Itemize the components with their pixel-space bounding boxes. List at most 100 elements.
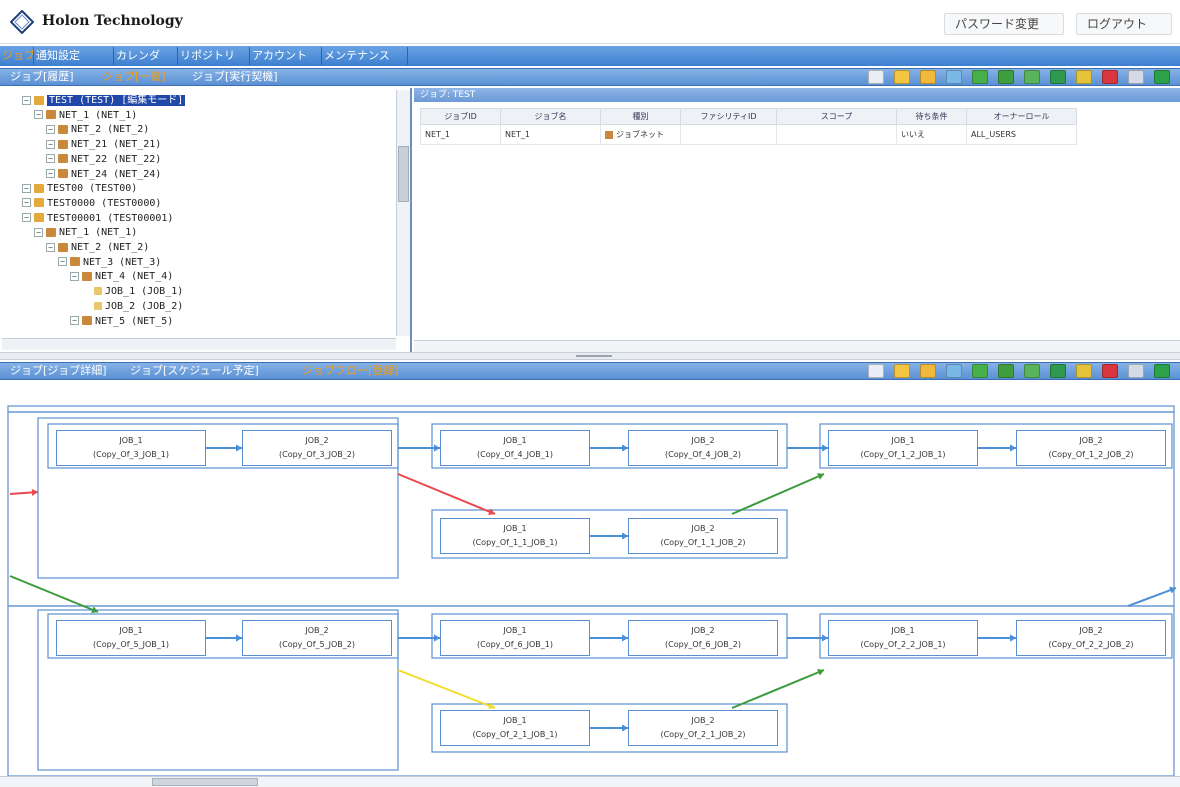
tree-expander-icon[interactable]: − — [34, 227, 43, 237]
tree-scroll-thumb[interactable] — [398, 146, 409, 202]
tree-expander-icon[interactable]: − — [22, 213, 31, 223]
tree-item[interactable]: − TEST00 (TEST00) — [22, 182, 137, 196]
tab-job-flow[interactable]: ジョブフロー[登録] — [300, 363, 401, 379]
job-node[interactable]: JOB_2 (Copy_Of_4_JOB_2) — [628, 430, 778, 466]
tab-job-history[interactable]: ジョブ[履歴] — [8, 69, 76, 85]
tree-item[interactable]: − NET_1 (NET_1) — [34, 226, 137, 240]
menu-tab-job[interactable]: ジョブ — [0, 47, 35, 65]
run-icon[interactable] — [972, 364, 988, 378]
folder-icon[interactable] — [894, 70, 910, 84]
job-node[interactable]: JOB_1 (Copy_Of_6_JOB_1) — [440, 620, 590, 656]
job-node[interactable]: JOB_2 (Copy_Of_6_JOB_2) — [628, 620, 778, 656]
tree-item[interactable]: − NET_2 (NET_2) — [46, 241, 149, 255]
menu-tab-account[interactable]: アカウント — [250, 47, 322, 65]
job-node[interactable]: JOB_1 (Copy_Of_4_JOB_1) — [440, 430, 590, 466]
refresh-icon[interactable] — [946, 70, 962, 84]
tree-item[interactable]: − NET_22 (NET_22) — [46, 153, 161, 167]
job-node[interactable]: JOB_1 (Copy_Of_1_2_JOB_1) — [828, 430, 978, 466]
copy-icon[interactable] — [920, 364, 936, 378]
column-header[interactable]: ジョブ名 — [500, 108, 601, 125]
pencil-icon[interactable] — [1076, 70, 1092, 84]
tree-item[interactable]: − NET_2 (NET_2) — [46, 123, 149, 137]
tree-item[interactable]: − TEST00001 (TEST00001) — [22, 212, 173, 226]
splitter-grip[interactable] — [576, 355, 612, 357]
settings-icon[interactable] — [1128, 364, 1144, 378]
run-now-icon[interactable] — [998, 364, 1014, 378]
tree-item[interactable]: JOB_2 (JOB_2) — [82, 300, 183, 314]
play-icon[interactable] — [1154, 70, 1170, 84]
tree-expander-icon[interactable]: − — [46, 154, 55, 164]
column-header[interactable]: 種別 — [600, 108, 681, 125]
column-header[interactable]: ファシリティID — [680, 108, 777, 125]
tree-expander-icon[interactable] — [82, 287, 91, 296]
tree-item[interactable]: − TEST (TEST) [編集モード] — [22, 94, 186, 108]
column-header[interactable]: オーナーロール — [966, 108, 1077, 125]
flow-edge[interactable] — [397, 473, 496, 515]
edit-icon[interactable] — [868, 364, 884, 378]
tree-item[interactable]: − NET_21 (NET_21) — [46, 138, 161, 152]
list-horizontal-scrollbar[interactable] — [414, 340, 1180, 352]
column-header[interactable]: 待ち条件 — [896, 108, 967, 125]
skip-icon[interactable] — [1024, 364, 1040, 378]
job-node[interactable]: JOB_1 (Copy_Of_2_2_JOB_1) — [828, 620, 978, 656]
refresh-icon[interactable] — [946, 364, 962, 378]
job-node[interactable]: JOB_2 (Copy_Of_2_1_JOB_2) — [628, 710, 778, 746]
pencil-icon[interactable] — [1076, 364, 1092, 378]
tree-vertical-scrollbar[interactable] — [396, 90, 410, 336]
copy-icon[interactable] — [920, 70, 936, 84]
menu-tab-maintenance[interactable]: メンテナンス — [322, 47, 408, 65]
job-node[interactable]: JOB_2 (Copy_Of_2_2_JOB_2) — [1016, 620, 1166, 656]
flow-scroll-thumb[interactable] — [152, 778, 258, 786]
tree-expander-icon[interactable]: − — [22, 183, 31, 193]
job-node[interactable]: JOB_2 (Copy_Of_1_2_JOB_2) — [1016, 430, 1166, 466]
menu-tab-calendar[interactable]: カレンダ — [114, 47, 178, 65]
tab-job-trigger[interactable]: ジョブ[実行契機] — [190, 69, 280, 85]
folder-icon[interactable] — [894, 364, 910, 378]
tree-expander-icon[interactable]: − — [22, 95, 31, 105]
delete-icon[interactable] — [1102, 70, 1118, 84]
tree-item[interactable]: − TEST0000 (TEST0000) — [22, 197, 161, 211]
job-node[interactable]: JOB_1 (Copy_Of_1_1_JOB_1) — [440, 518, 590, 554]
delete-icon[interactable] — [1102, 364, 1118, 378]
logout-button[interactable]: ログアウト — [1076, 13, 1172, 35]
settings-icon[interactable] — [1128, 70, 1144, 84]
tree-expander-icon[interactable]: − — [46, 169, 55, 178]
job-node[interactable]: JOB_1 (Copy_Of_2_1_JOB_1) — [440, 710, 590, 746]
pane-splitter[interactable] — [0, 352, 1180, 360]
flow-edge[interactable] — [1127, 587, 1177, 607]
job-node[interactable]: JOB_2 (Copy_Of_3_JOB_2) — [242, 430, 392, 466]
tree-expander-icon[interactable]: − — [46, 242, 55, 252]
column-header[interactable]: スコープ — [776, 108, 897, 125]
tree-item[interactable]: JOB_1 (JOB_1) — [82, 285, 183, 299]
tree-expander-icon[interactable] — [82, 301, 91, 310]
tree-expander-icon[interactable]: − — [70, 316, 79, 325]
play-icon[interactable] — [1154, 364, 1170, 378]
flow-horizontal-scrollbar[interactable] — [0, 776, 1180, 787]
tree-item[interactable]: − NET_1 (NET_1) — [34, 109, 137, 123]
tree-expander-icon[interactable]: − — [22, 198, 31, 208]
flow-edge[interactable] — [397, 669, 496, 709]
menu-tab-repository[interactable]: リポジトリ — [178, 47, 250, 65]
job-node[interactable]: JOB_2 (Copy_Of_5_JOB_2) — [242, 620, 392, 656]
tree-expander-icon[interactable]: − — [46, 139, 55, 149]
job-node[interactable]: JOB_1 (Copy_Of_5_JOB_1) — [56, 620, 206, 656]
tab-job-list[interactable]: ジョブ[一覧] — [100, 69, 168, 85]
tree-expander-icon[interactable]: − — [46, 124, 55, 134]
hold-icon[interactable] — [1050, 70, 1066, 84]
run-icon[interactable] — [972, 70, 988, 84]
tree-expander-icon[interactable]: − — [70, 271, 79, 281]
tree-expander-icon[interactable]: − — [58, 257, 67, 267]
tree-item[interactable]: − NET_24 (NET_24) — [46, 168, 161, 182]
job-node[interactable]: JOB_1 (Copy_Of_3_JOB_1) — [56, 430, 206, 466]
hold-icon[interactable] — [1050, 364, 1066, 378]
tree-item[interactable]: − NET_4 (NET_4) — [70, 270, 173, 284]
tree-horizontal-scrollbar[interactable] — [2, 338, 396, 350]
edit-icon[interactable] — [868, 70, 884, 84]
flow-edge[interactable] — [731, 669, 825, 709]
tree-item[interactable]: − NET_3 (NET_3) — [58, 256, 161, 270]
change-password-button[interactable]: パスワード変更 — [944, 13, 1064, 35]
flow-edge[interactable] — [731, 473, 825, 515]
table-row[interactable]: NET_1 NET_1 ジョブネット いいえ ALL_USERS — [420, 124, 1077, 145]
tree-item[interactable]: − NET_5 (NET_5) — [70, 315, 173, 329]
menu-tab-notification[interactable]: 通知設定 — [34, 47, 114, 65]
